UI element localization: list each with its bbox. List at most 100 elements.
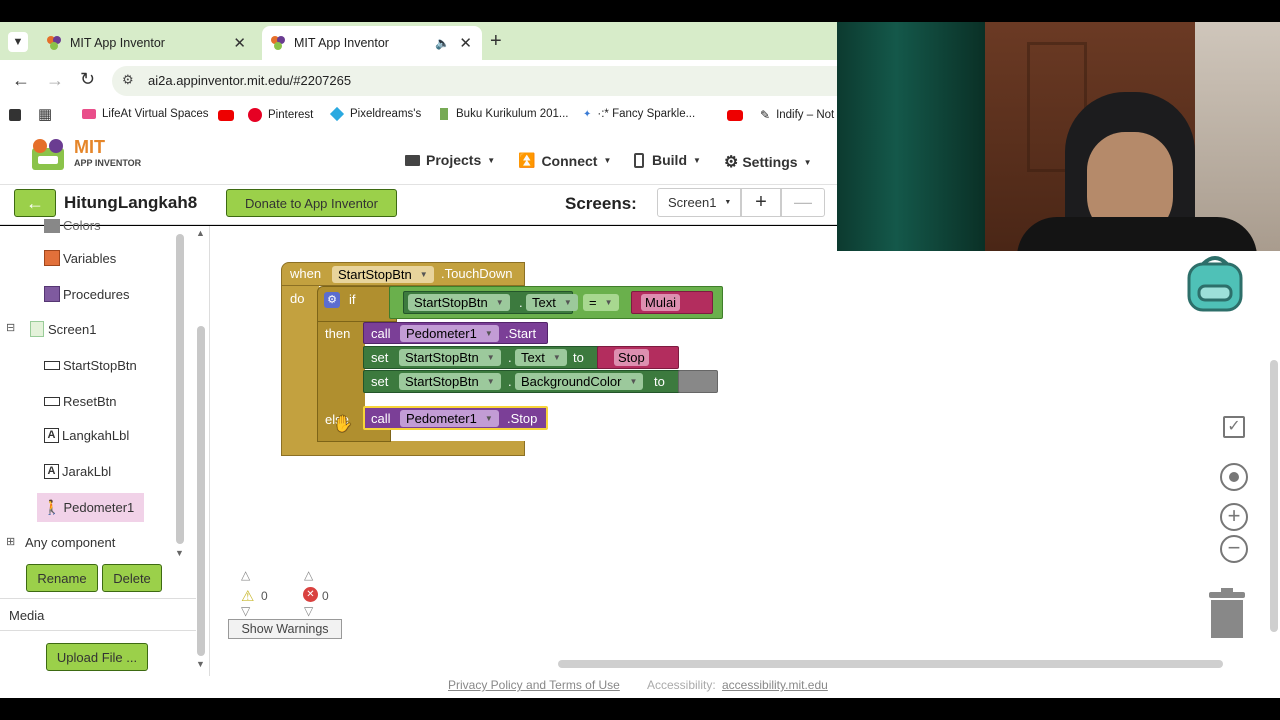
tree-item-any-component[interactable]: Any component xyxy=(25,535,115,550)
add-screen-button[interactable]: + xyxy=(741,188,781,217)
menu-settings[interactable]: ⚙ Settings ▼ xyxy=(724,152,812,172)
bookmark-indify[interactable]: ✎ Indify – Not xyxy=(760,108,834,122)
colors-swatch-icon xyxy=(44,218,60,233)
apps-grid-icon[interactable]: ▦ xyxy=(38,105,52,123)
text-value[interactable]: Stop xyxy=(614,349,649,366)
menu-build[interactable]: Build ▼ xyxy=(634,152,701,168)
bookmark-label: Buku Kurikulum 201... xyxy=(456,108,569,120)
bookmark-label: Indify – Not xyxy=(776,109,835,121)
dot-label: . xyxy=(519,295,523,310)
property-dropdown[interactable]: Text ▼ xyxy=(515,349,567,366)
tree-item-pedometer1[interactable]: 🚶 Pedometer1 xyxy=(37,493,144,522)
mutator-gear-icon[interactable]: ⚙ xyxy=(324,292,340,308)
component-dropdown[interactable]: StartStopBtn ▼ xyxy=(332,266,434,283)
property-dropdown[interactable]: BackgroundColor ▼ xyxy=(515,373,644,390)
tree-item-jaraklbl[interactable]: A JarakLbl xyxy=(44,464,111,479)
tree-item-colors[interactable]: Colors xyxy=(44,218,101,233)
event-block-touchdown[interactable]: when StartStopBtn ▼ .TouchDown do ⚙ if th… xyxy=(281,262,723,456)
warning-count: 0 xyxy=(261,589,268,603)
menu-projects[interactable]: Projects ▼ xyxy=(405,152,495,168)
speaker-icon[interactable]: 🔈 xyxy=(435,36,450,50)
scroll-up-icon[interactable]: ▲ xyxy=(196,228,205,238)
workspace-v-scrollbar[interactable] xyxy=(1270,360,1278,632)
youtube-icon[interactable] xyxy=(218,110,234,121)
component-dropdown[interactable]: Pedometer1 ▼ xyxy=(400,325,499,342)
tree-item-label: JarakLbl xyxy=(62,464,112,479)
upload-file-button[interactable]: Upload File ... xyxy=(46,643,148,671)
tree-item-procedures[interactable]: Procedures xyxy=(44,286,129,302)
forward-icon[interactable]: → xyxy=(46,70,64,91)
property-dropdown[interactable]: Text ▼ xyxy=(526,294,578,311)
center-target-icon[interactable] xyxy=(1220,463,1248,491)
bookmark-pinterest[interactable]: Pinterest xyxy=(248,108,313,122)
reload-icon[interactable]: ↻ xyxy=(80,69,95,90)
close-tab-icon[interactable]: ✕ xyxy=(233,34,246,52)
component-dropdown[interactable]: StartStopBtn ▼ xyxy=(399,373,501,390)
event-block-footer xyxy=(281,441,525,456)
arrow-left-icon: ← xyxy=(26,192,44,213)
remove-screen-button[interactable]: — xyxy=(781,188,825,217)
component-dropdown[interactable]: StartStopBtn ▼ xyxy=(399,349,501,366)
checklist-icon[interactable]: ✓ xyxy=(1223,416,1245,438)
variables-swatch-icon xyxy=(44,250,60,266)
warnings-down-icon[interactable]: ▽ xyxy=(241,604,250,618)
new-tab-icon[interactable]: + xyxy=(490,30,502,53)
bookmark-fancy-sparkle[interactable]: ✦ ·:* Fancy Sparkle... xyxy=(583,108,695,120)
site-settings-icon[interactable]: ⚙ xyxy=(122,72,134,88)
blocks-workspace[interactable]: when StartStopBtn ▼ .TouchDown do ⚙ if th… xyxy=(211,226,1280,676)
bookmark-lifeat[interactable]: LifeAt Virtual Spaces xyxy=(82,108,209,120)
show-warnings-button[interactable]: Show Warnings xyxy=(228,619,342,639)
text-value[interactable]: Mulai xyxy=(641,294,681,311)
errors-down-icon[interactable]: ▽ xyxy=(304,604,313,618)
component-dropdown[interactable]: Pedometer1 ▼ xyxy=(400,410,499,427)
tree-scrollbar[interactable] xyxy=(176,234,184,544)
component-dropdown[interactable]: StartStopBtn ▼ xyxy=(408,294,510,311)
chip-text: Text xyxy=(532,295,556,310)
back-icon[interactable]: ← xyxy=(12,70,30,91)
back-button[interactable]: ← xyxy=(14,189,56,217)
warnings-up-icon[interactable]: △ xyxy=(241,568,250,582)
menu-connect[interactable]: ⏫ Connect ▼ xyxy=(518,152,611,169)
url-box[interactable]: ⚙ ai2a.appinventor.mit.edu/#2207265 xyxy=(112,66,837,96)
browser-tab-1[interactable]: MIT App Inventor ✕ xyxy=(36,26,256,60)
expand-icon[interactable]: ⊞ xyxy=(6,535,15,548)
zoom-out-icon[interactable]: − xyxy=(1220,535,1248,563)
tree-item-resetbtn[interactable]: ResetBtn xyxy=(44,394,116,409)
set-label: set xyxy=(371,350,389,365)
tree-item-screen1[interactable]: Screen1 xyxy=(30,321,96,337)
browser-tab-2[interactable]: MIT App Inventor 🔈 ✕ xyxy=(262,26,482,60)
rename-button[interactable]: Rename xyxy=(26,564,98,592)
donate-button[interactable]: Donate to App Inventor xyxy=(226,189,397,217)
panel-scrollbar[interactable] xyxy=(197,326,205,656)
color-block-gray[interactable] xyxy=(678,370,718,393)
privacy-link[interactable]: Privacy Policy and Terms of Use xyxy=(448,678,620,692)
address-bar-row: ← → ↻ ⚙ ai2a.appinventor.mit.edu/#220726… xyxy=(0,60,837,102)
operator-dropdown[interactable]: = ▼ xyxy=(583,294,619,311)
scroll-down-icon[interactable]: ▼ xyxy=(175,548,184,558)
bookmark-buku[interactable]: Buku Kurikulum 201... xyxy=(440,108,569,120)
tree-item-langkahlbl[interactable]: A LangkahLbl xyxy=(44,428,129,443)
trash-icon[interactable] xyxy=(1209,588,1245,638)
collapse-icon[interactable]: ⊟ xyxy=(6,321,15,334)
logo-main-text: MIT xyxy=(74,137,105,157)
youtube-icon[interactable] xyxy=(727,110,743,121)
chevron-down-icon: ▼ xyxy=(603,156,612,165)
backpack-icon[interactable] xyxy=(1183,252,1247,314)
scroll-down-icon[interactable]: ▼ xyxy=(196,659,205,669)
delete-button[interactable]: Delete xyxy=(102,564,162,592)
tree-item-variables[interactable]: Variables xyxy=(44,250,116,266)
bookmark-pixeldreams[interactable]: Pixeldreams's xyxy=(329,106,421,122)
chevron-down-icon: ▼ xyxy=(484,414,493,423)
bookmark-square-icon[interactable] xyxy=(9,109,21,121)
zoom-in-icon[interactable]: + xyxy=(1220,503,1248,531)
accessibility-link[interactable]: accessibility.mit.edu xyxy=(722,678,828,692)
close-tab-icon[interactable]: ✕ xyxy=(459,34,472,52)
mit-logo[interactable]: MIT APP INVENTOR xyxy=(28,136,168,178)
connect-icon: ⏫ xyxy=(518,152,536,168)
tree-item-startstopbtn[interactable]: StartStopBtn xyxy=(44,358,137,373)
screen-select[interactable]: Screen1 ▼ xyxy=(657,188,741,217)
tab-list-chevron-icon[interactable]: ▼ xyxy=(8,32,28,52)
workspace-h-scrollbar[interactable] xyxy=(558,660,1223,668)
hand-cursor-icon: ✋ xyxy=(333,416,353,433)
errors-up-icon[interactable]: △ xyxy=(304,568,313,582)
